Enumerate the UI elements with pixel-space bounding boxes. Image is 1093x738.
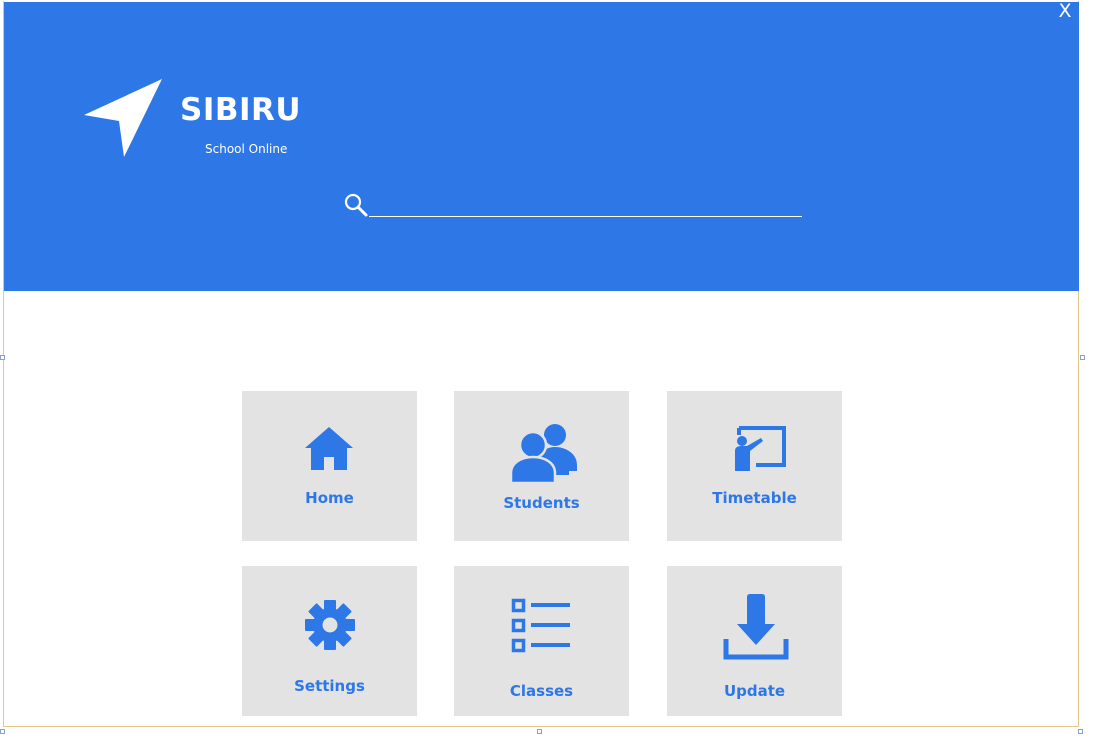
resize-handle-bottom-left[interactable] — [0, 729, 5, 734]
tile-timetable-label: Timetable — [712, 489, 797, 507]
teacher-board-icon — [735, 426, 786, 471]
resize-handle-left[interactable] — [0, 355, 5, 360]
tile-settings[interactable]: Settings — [242, 566, 417, 716]
users-icon — [509, 424, 577, 485]
list-icon — [511, 598, 570, 653]
search-input[interactable] — [369, 194, 802, 217]
tile-home[interactable]: Home — [242, 391, 417, 541]
navigation-arrow-icon — [84, 79, 162, 157]
resize-handle-bottom[interactable] — [537, 729, 542, 734]
resize-handle-right[interactable] — [1080, 355, 1085, 360]
app-title: SIBIRU — [180, 92, 302, 128]
resize-handle-bottom-right[interactable] — [1078, 729, 1083, 734]
search-icon[interactable] — [341, 190, 371, 220]
header-banner: X SIBIRU School Online — [4, 0, 1079, 291]
tile-classes[interactable]: Classes — [454, 566, 629, 716]
tile-update[interactable]: Update — [667, 566, 842, 716]
app-subtitle: School Online — [205, 142, 288, 156]
tile-classes-label: Classes — [509, 682, 574, 700]
download-icon — [723, 594, 789, 660]
tile-update-label: Update — [723, 682, 786, 700]
tile-home-label: Home — [305, 489, 354, 507]
home-icon — [305, 427, 353, 470]
tile-students-label: Students — [503, 494, 580, 512]
close-button[interactable]: X — [1053, 0, 1077, 23]
tile-students[interactable]: Students — [454, 391, 629, 541]
tile-timetable[interactable]: Timetable — [667, 391, 842, 541]
gear-icon — [305, 600, 355, 650]
tile-settings-label: Settings — [294, 677, 365, 695]
